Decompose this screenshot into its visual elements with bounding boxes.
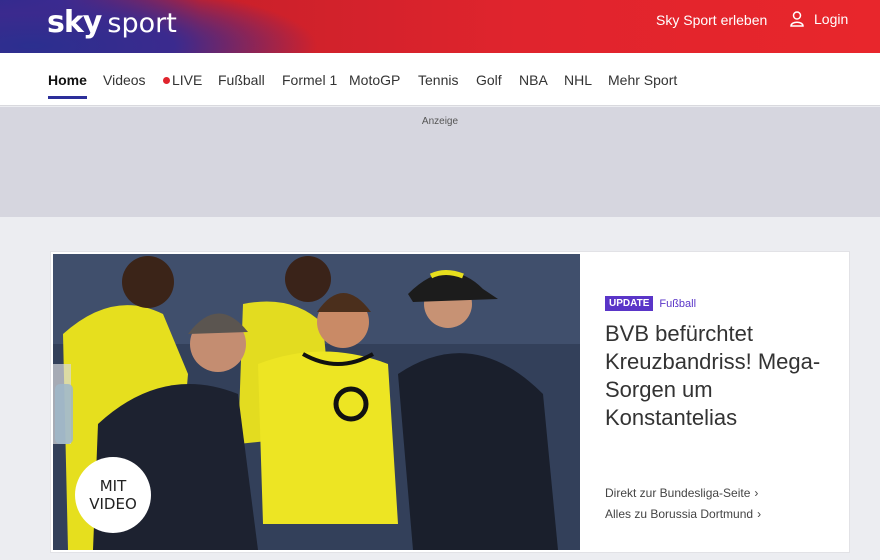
video-badge-line1: MIT — [99, 477, 127, 495]
nav-nba[interactable]: NBA — [519, 72, 548, 88]
nav-tennis[interactable]: Tennis — [418, 72, 458, 88]
nav-home[interactable]: Home — [48, 72, 87, 99]
login-label: Login — [814, 11, 849, 27]
nav-fussball[interactable]: Fußball — [218, 72, 265, 88]
article-headline[interactable]: BVB befürchtet Kreuzbandriss! Mega-Sorge… — [605, 320, 835, 432]
ad-label: Anzeige — [421, 116, 459, 127]
top-header: sky sport Sky Sport erleben Login — [0, 0, 880, 53]
nav-motogp[interactable]: MotoGP — [349, 72, 400, 88]
video-badge-line2: VIDEO — [89, 495, 137, 513]
sky-sport-logo[interactable]: sky sport — [47, 5, 177, 41]
main-nav: Home Videos LIVE Fußball Formel 1 MotoGP… — [0, 53, 880, 106]
related-links: Direkt zur Bundesliga-Seite › Alles zu Bo… — [605, 486, 761, 528]
chevron-right-icon: › — [757, 507, 762, 521]
live-dot-icon — [163, 77, 170, 84]
link-bundesliga[interactable]: Direkt zur Bundesliga-Seite › — [605, 486, 761, 500]
article-card[interactable]: MIT VIDEO UPDATE Fußball BVB befürchtet … — [51, 252, 849, 552]
chevron-right-icon: › — [754, 486, 759, 500]
article-tags: UPDATE Fußball — [605, 296, 835, 311]
nav-live[interactable]: LIVE — [163, 72, 202, 88]
user-icon — [790, 11, 804, 27]
ad-banner[interactable]: Anzeige — [0, 107, 880, 217]
link-bvb-label: Alles zu Borussia Dortmund — [605, 507, 754, 521]
link-bundesliga-label: Direkt zur Bundesliga-Seite — [605, 486, 751, 500]
logo-sport-text: sport — [107, 8, 177, 39]
nav-live-label: LIVE — [172, 72, 203, 88]
sky-sport-erleben-link[interactable]: Sky Sport erleben — [656, 12, 767, 28]
nav-mehr-sport[interactable]: Mehr Sport — [608, 72, 677, 88]
link-borussia-dortmund[interactable]: Alles zu Borussia Dortmund › — [605, 507, 761, 521]
category-label[interactable]: Fußball — [659, 298, 696, 310]
nav-golf[interactable]: Golf — [476, 72, 502, 88]
logo-sky-text: sky — [47, 5, 102, 40]
login-button[interactable]: Login — [790, 11, 848, 27]
nav-nhl[interactable]: NHL — [564, 72, 592, 88]
nav-formel1[interactable]: Formel 1 — [282, 72, 337, 88]
update-badge: UPDATE — [605, 296, 654, 311]
nav-videos[interactable]: Videos — [103, 72, 146, 88]
article-text: UPDATE Fußball BVB befürchtet Kreuzbandr… — [605, 296, 835, 432]
article-hero-image[interactable]: MIT VIDEO — [53, 254, 580, 550]
mit-video-badge[interactable]: MIT VIDEO — [75, 457, 151, 533]
